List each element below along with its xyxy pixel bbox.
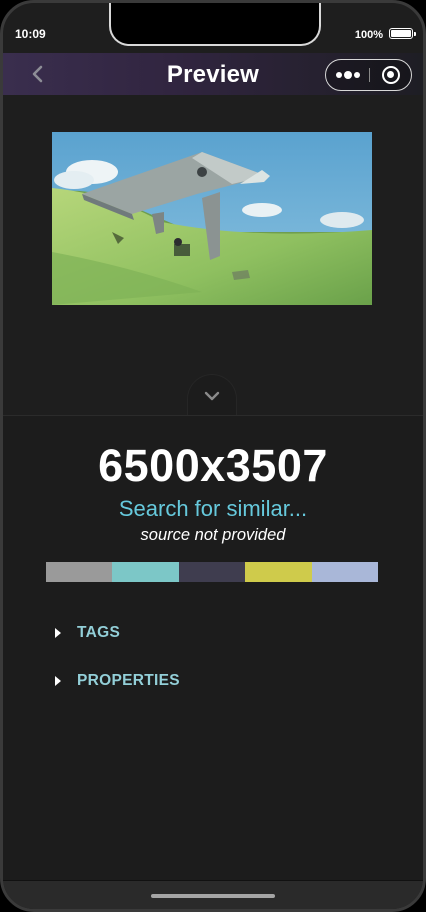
battery-icon: [389, 28, 416, 39]
home-indicator[interactable]: [151, 894, 275, 898]
color-swatch[interactable]: [178, 562, 246, 582]
nav-bar: Preview: [3, 53, 423, 95]
color-swatch[interactable]: [46, 562, 113, 582]
more-dots-icon: [336, 72, 342, 78]
phone-frame: 10:09 100% Preview 6500x3507 Search for …: [0, 0, 426, 912]
battery-percentage: 100%: [354, 29, 383, 41]
chevron-down-icon: [204, 391, 220, 400]
image-resolution: 6500x3507: [98, 440, 328, 491]
tags-section-toggle[interactable]: TAGS: [55, 622, 120, 644]
camera-notch: [109, 3, 321, 46]
target-circle-icon: [382, 66, 400, 84]
status-time: 10:09: [15, 27, 46, 41]
color-palette: [46, 562, 379, 582]
color-swatch[interactable]: [311, 562, 379, 582]
properties-label: PROPERTIES: [77, 672, 180, 689]
more-dots-icon: [354, 72, 360, 78]
source-label: source not provided: [140, 526, 286, 544]
caret-right-icon: [55, 628, 61, 638]
search-similar-link[interactable]: Search for similar...: [3, 496, 423, 522]
expand-toggle-button[interactable]: [187, 374, 237, 416]
caret-right-icon: [55, 676, 61, 686]
close-miniprogram-button[interactable]: [370, 60, 411, 90]
more-button[interactable]: [326, 60, 369, 90]
home-bar: [3, 881, 423, 909]
tags-label: TAGS: [77, 624, 121, 641]
color-swatch[interactable]: [112, 562, 179, 582]
properties-section-toggle[interactable]: PROPERTIES: [55, 670, 180, 692]
wallpaper-preview-image[interactable]: [52, 132, 372, 305]
illustration-image: [52, 132, 372, 305]
mini-program-capsule: [325, 59, 412, 91]
color-swatch[interactable]: [245, 562, 312, 582]
more-dots-icon: [344, 71, 352, 79]
